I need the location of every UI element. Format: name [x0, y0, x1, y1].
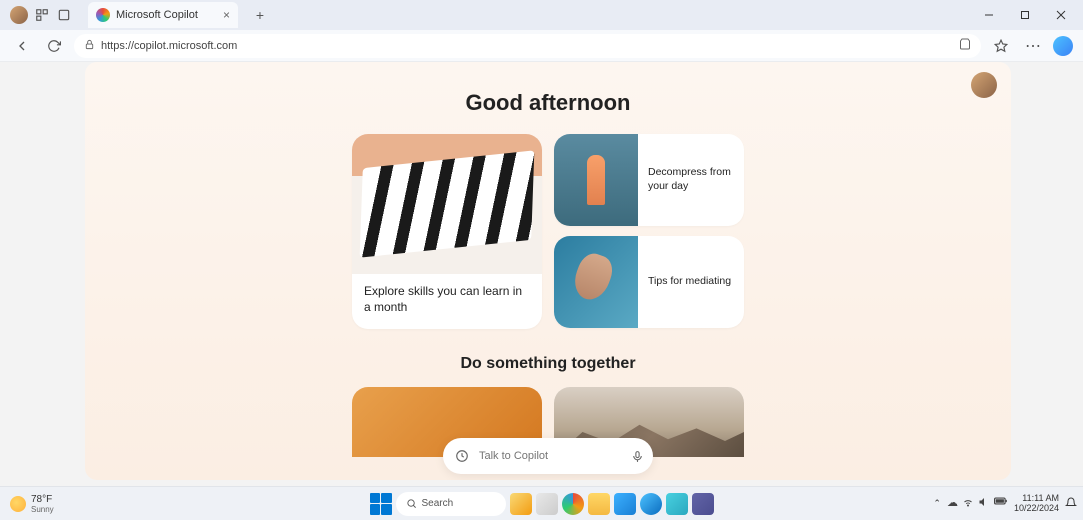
notifications-icon[interactable]: [1065, 497, 1077, 511]
lock-icon: [84, 39, 95, 53]
shopping-icon[interactable]: [959, 38, 971, 53]
microphone-icon[interactable]: [631, 450, 644, 463]
search-placeholder: Search: [422, 498, 454, 509]
water-hand-image: [554, 236, 638, 328]
system-tray: ⌃ ☁ 11:11 AM 10/22/2024: [933, 494, 1077, 514]
refresh-button[interactable]: [42, 34, 66, 58]
wifi-icon[interactable]: [962, 496, 974, 511]
clock[interactable]: 11:11 AM 10/22/2024: [1014, 494, 1059, 514]
card-title: Decompress from your day: [638, 166, 744, 193]
date-text: 10/22/2024: [1014, 504, 1059, 514]
card-decompress[interactable]: Decompress from your day: [554, 134, 744, 226]
card-explore-skills[interactable]: Explore skills you can learn in a month: [352, 134, 542, 329]
taskbar-search[interactable]: Search: [396, 492, 506, 516]
taskbar-app-copilot[interactable]: [562, 493, 584, 515]
taskbar-app-teams[interactable]: [692, 493, 714, 515]
tab-actions-icon[interactable]: [56, 7, 72, 23]
taskbar-app-explorer[interactable]: [588, 493, 610, 515]
card-title: Tips for mediating: [638, 275, 741, 289]
taskbar-app-1[interactable]: [510, 493, 532, 515]
suggestion-cards-row: Explore skills you can learn in a month …: [85, 134, 1011, 329]
greeting-title: Good afternoon: [85, 90, 1011, 116]
weather-widget[interactable]: 78°F Sunny: [10, 494, 54, 514]
user-avatar[interactable]: [971, 72, 997, 98]
window-minimize-button[interactable]: [971, 0, 1007, 30]
favorites-icon[interactable]: [989, 34, 1013, 58]
page-content: Good afternoon Explore skills you can le…: [85, 62, 1011, 480]
weather-temp: 78°F: [31, 494, 54, 505]
sun-icon: [10, 496, 26, 512]
address-bar[interactable]: https://copilot.microsoft.com: [74, 34, 981, 58]
browser-toolbar: https://copilot.microsoft.com ⋯: [0, 30, 1083, 62]
url-text: https://copilot.microsoft.com: [101, 40, 237, 52]
volume-icon[interactable]: [978, 496, 990, 511]
piano-image: [352, 134, 542, 274]
weather-desc: Sunny: [31, 505, 54, 514]
card-mediating[interactable]: Tips for mediating: [554, 236, 744, 328]
taskbar-app-store[interactable]: [614, 493, 636, 515]
profile-avatar-icon[interactable]: [10, 6, 28, 24]
menu-icon[interactable]: ⋯: [1021, 34, 1045, 58]
new-tab-button[interactable]: +: [250, 7, 270, 23]
window-maximize-button[interactable]: [1007, 0, 1043, 30]
tab-title: Microsoft Copilot: [116, 9, 198, 21]
window-titlebar: Microsoft Copilot × +: [0, 0, 1083, 30]
popsicle-image: [554, 134, 638, 226]
chat-input[interactable]: [479, 450, 621, 462]
workspaces-icon[interactable]: [34, 7, 50, 23]
windows-taskbar: 78°F Sunny Search ⌃ ☁: [0, 486, 1083, 520]
copilot-sidebar-icon[interactable]: [1053, 36, 1073, 56]
taskbar-app-photos[interactable]: [666, 493, 688, 515]
back-button[interactable]: [10, 34, 34, 58]
battery-icon[interactable]: [994, 496, 1008, 511]
taskbar-app-edge[interactable]: [640, 493, 662, 515]
copilot-favicon-icon: [96, 8, 110, 22]
close-tab-icon[interactable]: ×: [223, 8, 230, 22]
chat-input-bar[interactable]: [443, 438, 653, 474]
start-button[interactable]: [370, 493, 392, 515]
window-close-button[interactable]: [1043, 0, 1079, 30]
tray-chevron-icon[interactable]: ⌃: [933, 498, 941, 509]
search-icon: [406, 498, 417, 509]
section-together-title: Do something together: [85, 355, 1011, 373]
card-title: Explore skills you can learn in a month: [352, 274, 542, 329]
onedrive-icon[interactable]: ☁: [947, 496, 958, 511]
history-icon[interactable]: [455, 449, 469, 463]
browser-tab[interactable]: Microsoft Copilot ×: [88, 2, 238, 28]
taskbar-app-2[interactable]: [536, 493, 558, 515]
